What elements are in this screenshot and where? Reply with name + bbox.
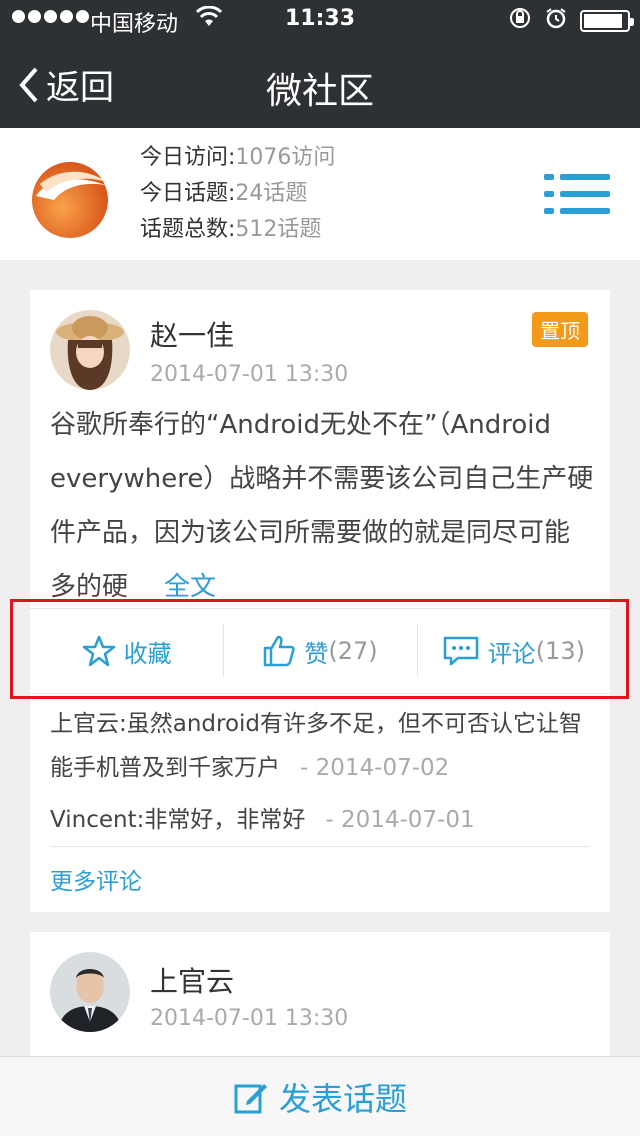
alarm-icon bbox=[544, 6, 568, 36]
comment-author: Vincent bbox=[50, 807, 137, 833]
action-bar-highlight bbox=[10, 599, 629, 699]
list-menu-icon[interactable] bbox=[544, 172, 610, 216]
pinned-badge: 置顶 bbox=[532, 312, 588, 347]
top-bar: 中国移动 11:33 返回 微社区 bbox=[0, 0, 640, 128]
page-title: 微社区 bbox=[265, 71, 374, 112]
avatar[interactable] bbox=[50, 952, 130, 1032]
community-logo bbox=[32, 162, 108, 238]
post-datetime: 2014-07-01 13:30 bbox=[150, 362, 349, 387]
publish-topic-button[interactable]: 发表话题 bbox=[0, 1056, 640, 1136]
comment-date: - 2014-07-02 bbox=[300, 755, 450, 781]
full-text-link[interactable]: 全文 bbox=[164, 572, 216, 602]
comment-date: - 2014-07-01 bbox=[325, 807, 475, 833]
total-label: 话题总数: bbox=[140, 217, 236, 242]
publish-label: 发表话题 bbox=[278, 1079, 407, 1118]
visits-label: 今日访问: bbox=[140, 145, 236, 170]
total-value: 512话题 bbox=[235, 217, 322, 242]
post-content: 谷歌所奉行的“Android无处不在”（Android everywhere）战… bbox=[50, 398, 595, 614]
avatar[interactable] bbox=[50, 310, 130, 390]
comment-text: 非常好，非常好 bbox=[144, 807, 306, 833]
status-bar: 中国移动 11:33 bbox=[0, 0, 640, 40]
topics-label: 今日话题: bbox=[140, 181, 236, 206]
post-text: 谷歌所奉行的“Android无处不在”（Android everywhere）战… bbox=[50, 410, 594, 602]
divider bbox=[50, 846, 590, 847]
edit-icon bbox=[234, 1083, 267, 1113]
post-author: 上官云 bbox=[150, 965, 235, 998]
community-info: 今日访问:1076访问 今日话题:24话题 话题总数:512话题 bbox=[0, 128, 640, 260]
battery-icon bbox=[580, 10, 634, 32]
comment-item: Vincent:非常好，非常好 - 2014-07-01 bbox=[50, 807, 475, 833]
more-comments-link[interactable]: 更多评论 bbox=[50, 862, 142, 896]
navigation-bar: 返回 微社区 bbox=[0, 40, 640, 128]
comment-author: 上官云 bbox=[50, 711, 119, 737]
community-stats: 今日访问:1076访问 今日话题:24话题 话题总数:512话题 bbox=[140, 140, 335, 248]
post-datetime: 2014-07-01 13:30 bbox=[150, 1006, 349, 1031]
visits-value: 1076访问 bbox=[235, 145, 336, 170]
post-author: 赵一佳 bbox=[150, 319, 235, 352]
topics-value: 24话题 bbox=[235, 181, 308, 206]
comment-list: 上官云:虽然android有许多不足，但不可否认它让智能手机普及到千家万户 - 2… bbox=[50, 702, 595, 842]
comment-item: 上官云:虽然android有许多不足，但不可否认它让智能手机普及到千家万户 - 2… bbox=[50, 711, 583, 781]
orientation-lock-icon bbox=[508, 6, 532, 36]
